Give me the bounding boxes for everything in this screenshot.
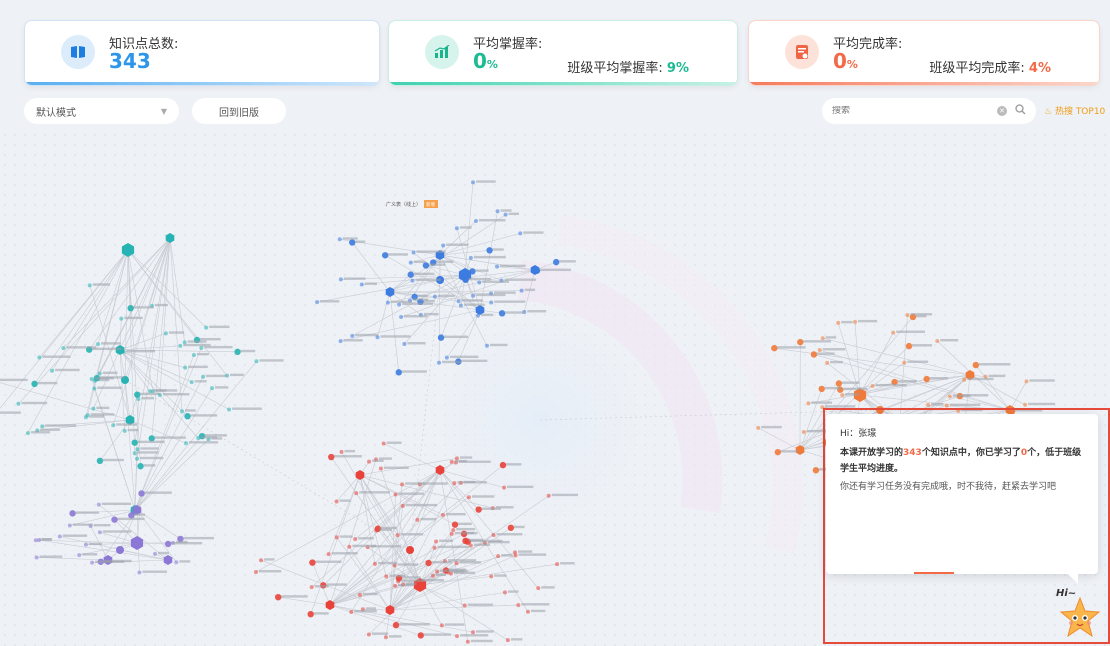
fire-icon: ♨	[1044, 107, 1053, 117]
reminder-message: 你还有学习任务没有完成哦，时不我待，赶紧去学习吧	[840, 482, 1057, 492]
highlight-node-badge: 新增	[426, 201, 435, 208]
search-input[interactable]	[832, 106, 997, 116]
greeting: Hi：张璟	[840, 429, 877, 439]
completion-card: 平均完成率: 0% 班级平均完成率: 4%	[748, 20, 1100, 86]
search-icon[interactable]	[1015, 104, 1026, 118]
back-to-old-version-button[interactable]: 回到旧版	[192, 98, 286, 124]
document-icon	[785, 35, 819, 69]
hot-search-link[interactable]: ♨ 热搜 TOP10	[1044, 104, 1105, 117]
class-completion: 班级平均完成率: 4%	[929, 61, 1051, 76]
total-knowledge-card: 知识点总数: 343	[24, 20, 380, 86]
book-icon	[61, 35, 95, 69]
clear-icon[interactable]: ✕	[997, 106, 1007, 116]
completion-value: 0%	[833, 49, 858, 73]
progress-message: 本课开放学习的343个知识点中，你已学习了0个，低于班级学生平均进度。	[840, 448, 1082, 474]
class-mastery: 班级平均掌握率: 9%	[567, 61, 689, 76]
mode-select[interactable]: 默认模式 ▼	[24, 98, 179, 124]
highlight-node-label[interactable]: 广义表（线上）	[386, 201, 421, 208]
chevron-down-icon: ▼	[160, 106, 167, 116]
mascot-star-icon[interactable]	[1058, 596, 1102, 640]
total-value: 343	[109, 49, 151, 73]
mode-select-value: 默认模式	[36, 107, 76, 119]
progress-notification: Hi：张璟 本课开放学习的343个知识点中，你已学习了0个，低于班级学生平均进度…	[826, 414, 1098, 584]
chart-icon	[425, 35, 459, 69]
mastery-card: 平均掌握率: 0% 班级平均掌握率: 9%	[388, 20, 738, 86]
search-box: ✕	[822, 98, 1036, 124]
mastery-value: 0%	[473, 49, 498, 73]
